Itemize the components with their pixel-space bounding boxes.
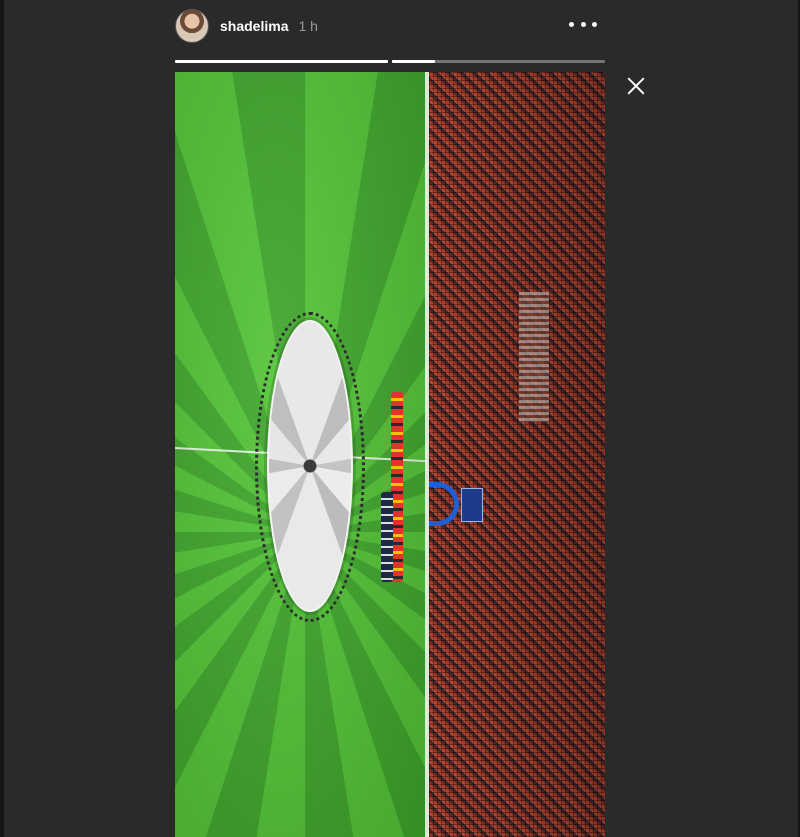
progress-fill — [392, 60, 435, 63]
player-line-away — [381, 492, 393, 582]
story-header: shadelima 1 h — [175, 6, 605, 46]
username[interactable]: shadelima — [220, 18, 288, 34]
progress-fill — [175, 60, 388, 63]
more-horizontal-icon — [569, 21, 574, 27]
story-media[interactable] — [175, 72, 605, 837]
progress-segment — [175, 60, 388, 63]
story-progress — [175, 60, 605, 63]
close-icon[interactable] — [624, 74, 648, 98]
progress-segment — [392, 60, 605, 63]
more-horizontal-icon — [592, 21, 597, 27]
avatar[interactable] — [175, 9, 209, 43]
more-options-button[interactable] — [569, 14, 597, 34]
stand-gangway — [519, 292, 549, 422]
crowd-stand — [429, 72, 605, 837]
dugout — [461, 488, 483, 522]
timestamp: 1 h — [298, 18, 318, 34]
centre-banner — [267, 320, 353, 612]
more-horizontal-icon — [580, 21, 586, 27]
